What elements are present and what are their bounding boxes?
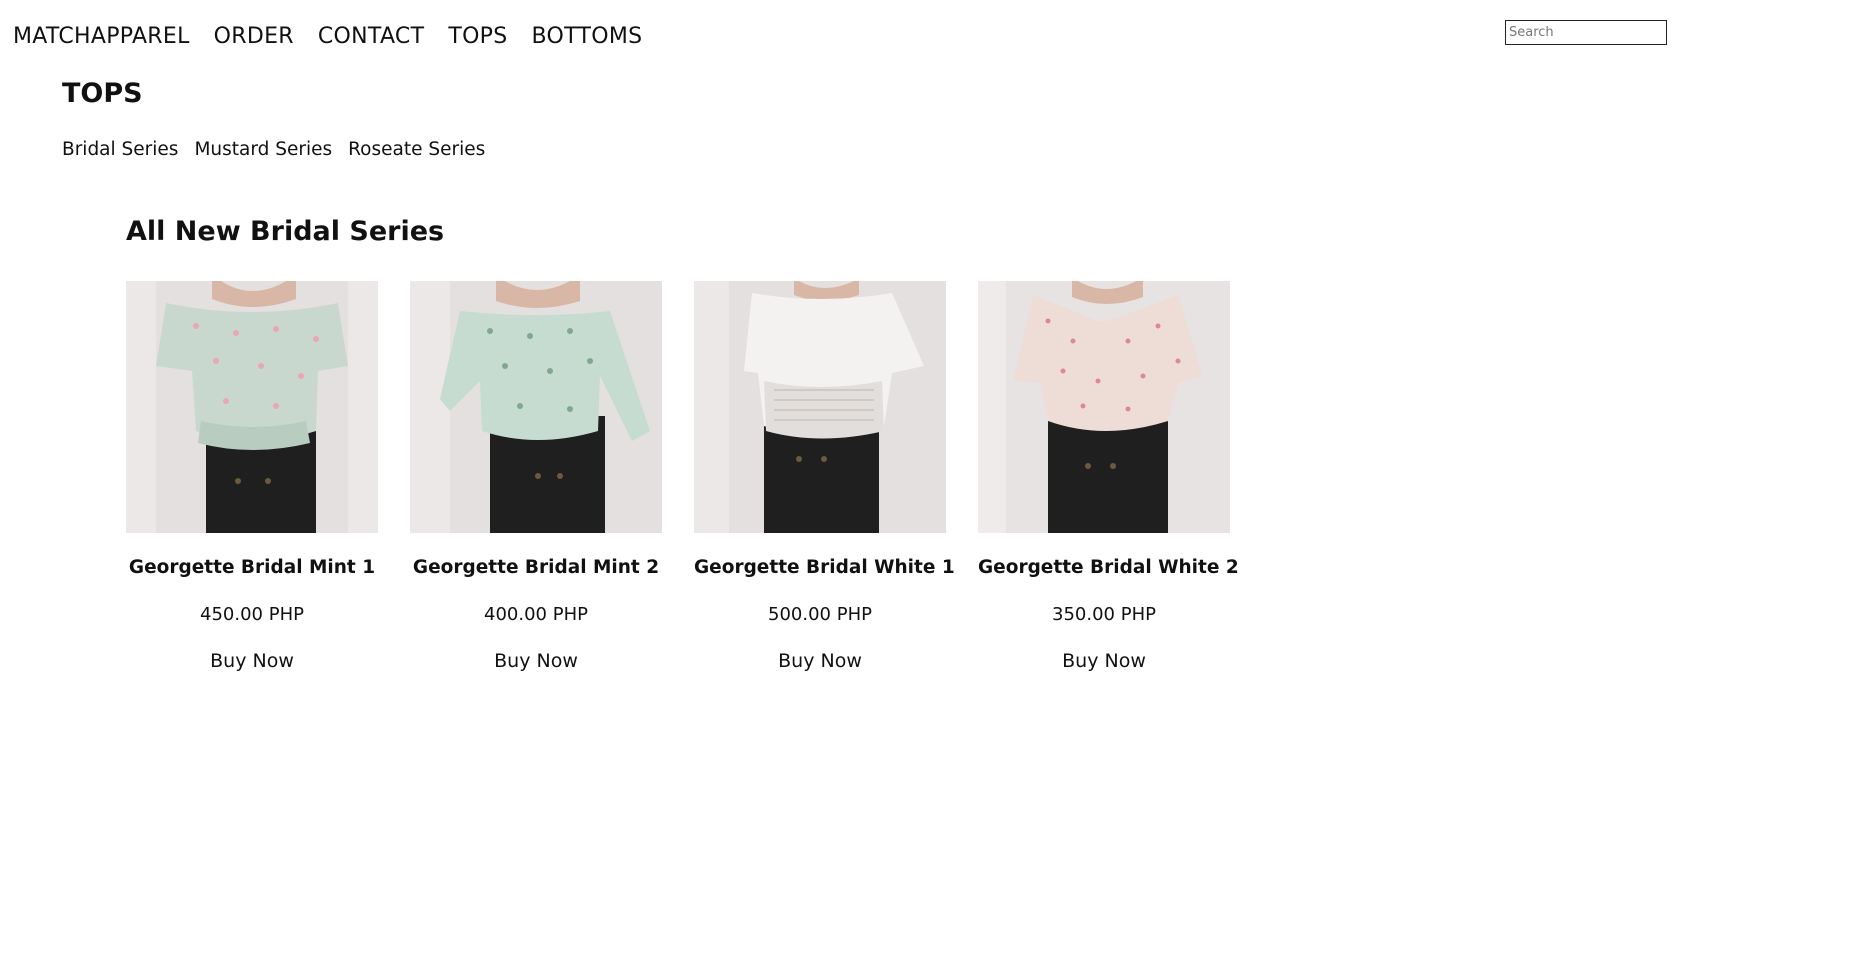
buy-now-button[interactable]: Buy Now (778, 650, 862, 672)
product-price: 500.00 PHP (768, 604, 872, 625)
series-subnav: Bridal Series Mustard Series Roseate Ser… (62, 139, 485, 160)
series-link-roseate[interactable]: Roseate Series (348, 139, 485, 160)
product-name: Georgette Bridal White 2 (978, 557, 1239, 578)
product-grid: Georgette Bridal Mint 1 450.00 PHP Buy N… (126, 281, 1239, 672)
nav-link-contact[interactable]: CONTACT (318, 24, 424, 49)
series-link-mustard[interactable]: Mustard Series (194, 139, 332, 160)
nav-link-home[interactable]: MATCHAPPAREL (13, 24, 190, 49)
product-name: Georgette Bridal White 1 (694, 557, 955, 578)
nav-links: MATCHAPPAREL ORDER CONTACT TOPS BOTTOMS (13, 24, 642, 49)
nav-link-bottoms[interactable]: BOTTOMS (532, 24, 643, 49)
top-navigation: MATCHAPPAREL ORDER CONTACT TOPS BOTTOMS (0, 0, 1850, 76)
buy-now-button[interactable]: Buy Now (1062, 650, 1146, 672)
collection-heading: All New Bridal Series (126, 216, 445, 247)
product-image[interactable] (126, 281, 378, 533)
product-image[interactable] (410, 281, 662, 533)
product-price: 350.00 PHP (1052, 604, 1156, 625)
search-input[interactable] (1505, 20, 1667, 45)
product-card: Georgette Bridal White 2 350.00 PHP Buy … (978, 281, 1239, 672)
product-name: Georgette Bridal Mint 1 (128, 557, 376, 578)
product-card: Georgette Bridal White 1 500.00 PHP Buy … (694, 281, 955, 672)
product-card: Georgette Bridal Mint 1 450.00 PHP Buy N… (126, 281, 378, 672)
product-image[interactable] (694, 281, 946, 533)
product-price: 400.00 PHP (484, 604, 588, 625)
buy-now-button[interactable]: Buy Now (494, 650, 578, 672)
buy-now-button[interactable]: Buy Now (210, 650, 294, 672)
nav-link-tops[interactable]: TOPS (448, 24, 507, 49)
nav-link-order[interactable]: ORDER (214, 24, 294, 49)
product-name: Georgette Bridal Mint 2 (412, 557, 660, 578)
product-price: 450.00 PHP (200, 604, 304, 625)
page-title: TOPS (62, 78, 143, 109)
product-card: Georgette Bridal Mint 2 400.00 PHP Buy N… (410, 281, 662, 672)
series-link-bridal[interactable]: Bridal Series (62, 139, 178, 160)
product-image[interactable] (978, 281, 1230, 533)
